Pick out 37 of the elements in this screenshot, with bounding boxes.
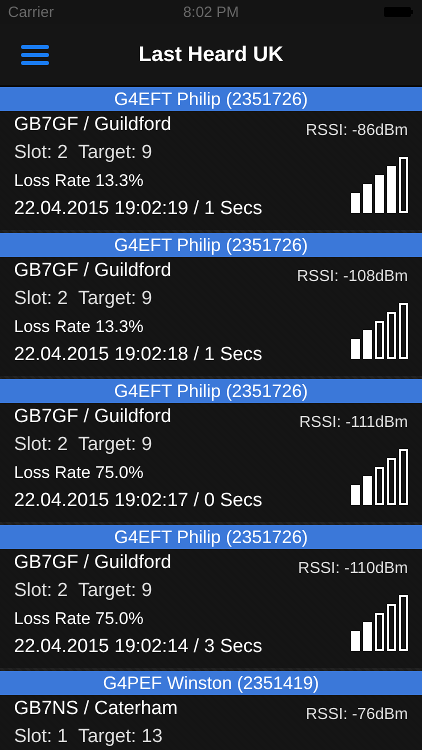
rssi-label: RSSI: -86dBm <box>306 121 408 141</box>
timestamp: 22.04.2015 19:02:14 / 3 Secs <box>14 635 264 659</box>
rssi-label: RSSI: -110dBm <box>298 559 408 579</box>
loss-rate: Loss Rate 75.0% <box>14 608 144 630</box>
carrier-label: Carrier <box>8 4 54 20</box>
slot-target: Slot: 2 Target: 9 <box>14 433 154 457</box>
timestamp: 22.04.2015 19:02:18 / 1 Secs <box>14 343 264 367</box>
loss-rate: Loss Rate 13.3% <box>14 316 144 338</box>
menu-icon[interactable] <box>21 44 49 66</box>
repeater-name: GB7GF / Guildford <box>14 405 172 429</box>
rssi-label: RSSI: -108dBm <box>296 267 408 287</box>
loss-rate: Loss Rate 13.3% <box>14 170 144 192</box>
slot-target: Slot: 2 Target: 9 <box>14 141 154 165</box>
status-time: 8:02 PM <box>183 4 239 20</box>
entry-card[interactable]: GB7GF / Guildford Slot: 2 Target: 9 Loss Rate 75.0% 22.04.2015 19:02:17 / 0 Secs RSSI: -111dBm <box>0 403 422 522</box>
repeater-name: GB7GF / Guildford <box>14 259 172 283</box>
slot-target: Slot: 2 Target: 9 <box>14 287 154 311</box>
timestamp: 22.04.2015 19:02:19 / 1 Secs <box>14 197 264 221</box>
timestamp: 22.04.2015 19:02:17 / 0 Secs <box>14 489 264 513</box>
callsign-header[interactable]: G4EFT Philip (2351726) <box>0 233 422 257</box>
entry-card[interactable]: GB7GF / Guildford Slot: 2 Target: 9 Loss Rate 13.3% 22.04.2015 19:02:18 / 1 Secs RSSI: -108dBm <box>0 257 422 376</box>
rssi-label: RSSI: -76dBm <box>306 705 408 725</box>
entry-card[interactable]: GB7NS / Caterham Slot: 1 Target: 13 RSSI: -76dBm <box>0 695 422 750</box>
slot-target: Slot: 2 Target: 9 <box>14 579 154 603</box>
slot-target: Slot: 1 Target: 13 <box>14 725 164 749</box>
screen-title: Last Heard UK <box>138 42 284 66</box>
repeater-name: GB7GF / Guildford <box>14 113 172 137</box>
repeater-name: GB7GF / Guildford <box>14 551 172 575</box>
callsign-header[interactable]: G4EFT Philip (2351726) <box>0 525 422 549</box>
repeater-name: GB7NS / Caterham <box>14 697 179 721</box>
entry-card[interactable]: GB7GF / Guildford Slot: 2 Target: 9 Loss Rate 13.3% 22.04.2015 19:02:19 / 1 Secs RSSI: -86dBm <box>0 111 422 230</box>
callsign-header[interactable]: G4PEF Winston (2351419) <box>0 671 422 695</box>
callsign-header[interactable]: G4EFT Philip (2351726) <box>0 379 422 403</box>
entry-card[interactable]: GB7GF / Guildford Slot: 2 Target: 9 Loss Rate 75.0% 22.04.2015 19:02:14 / 3 Secs RSSI: -110dBm <box>0 549 422 668</box>
rssi-label: RSSI: -111dBm <box>299 413 408 433</box>
callsign-header[interactable]: G4EFT Philip (2351726) <box>0 87 422 111</box>
loss-rate: Loss Rate 75.0% <box>14 462 144 484</box>
